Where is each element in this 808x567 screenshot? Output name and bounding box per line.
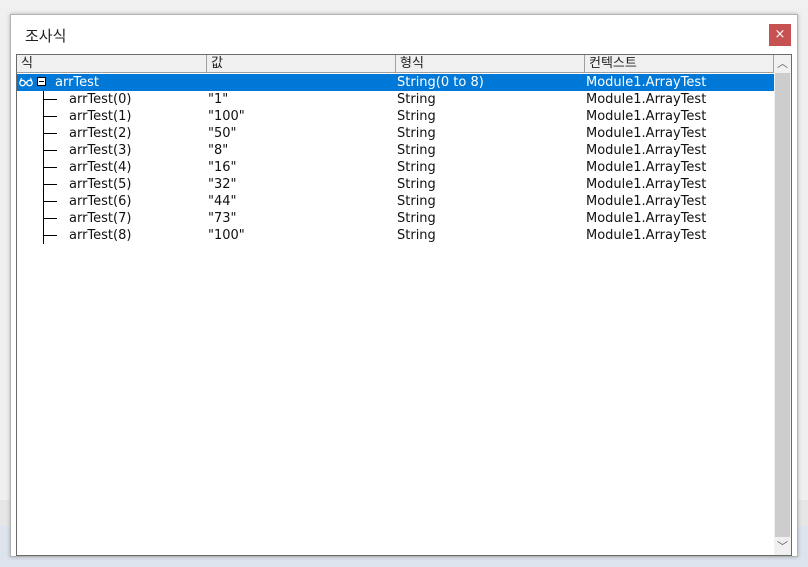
table-row[interactable]: arrTest(3) "8" String Module1.ArrayTest: [17, 142, 774, 159]
column-header-expression[interactable]: 식: [17, 55, 207, 72]
type-cell: String: [397, 109, 436, 124]
tree-branch: [43, 167, 57, 168]
column-header-context[interactable]: 컨텍스트: [585, 55, 774, 72]
context-cell: Module1.ArrayTest: [586, 160, 707, 175]
context-cell: Module1.ArrayTest: [586, 92, 707, 107]
table-row[interactable]: arrTest(7) "73" String Module1.ArrayTest: [17, 210, 774, 227]
tree-branch: [43, 116, 57, 117]
value-cell: "73": [208, 211, 237, 226]
value-cell: "16": [208, 160, 237, 175]
expression-cell: arrTest: [55, 75, 100, 90]
value-cell: "32": [208, 177, 237, 192]
vertical-scrollbar[interactable]: ︿ ﹀: [774, 55, 791, 555]
scroll-thumb[interactable]: [775, 73, 790, 537]
value-cell: "100": [208, 228, 245, 243]
tree-branch: [43, 99, 57, 100]
tree-branch: [43, 201, 57, 202]
context-cell: Module1.ArrayTest: [586, 177, 707, 192]
table-row-parent[interactable]: arrTest String(0 to 8) Module1.ArrayTest: [17, 74, 774, 91]
table-row[interactable]: arrTest(4) "16" String Module1.ArrayTest: [17, 159, 774, 176]
expression-cell: arrTest(6): [69, 194, 132, 209]
context-cell: Module1.ArrayTest: [586, 228, 707, 243]
expression-cell: arrTest(4): [69, 160, 132, 175]
expression-cell: arrTest(0): [69, 92, 132, 107]
tree-branch: [43, 150, 57, 151]
watch-list: 식 값 형식 컨텍스트 arrTest String(0 to 8) Modul…: [16, 54, 792, 556]
table-row[interactable]: arrTest(1) "100" String Module1.ArrayTes…: [17, 108, 774, 125]
value-cell: "100": [208, 109, 245, 124]
context-cell: Module1.ArrayTest: [586, 126, 707, 141]
tree-branch: [43, 184, 57, 185]
type-cell: String: [397, 228, 436, 243]
collapse-icon[interactable]: [37, 77, 46, 86]
context-cell: Module1.ArrayTest: [586, 143, 707, 158]
expression-cell: arrTest(8): [69, 228, 132, 243]
type-cell: String(0 to 8): [397, 75, 484, 90]
column-header: 식 값 형식 컨텍스트: [17, 55, 774, 73]
expression-cell: arrTest(3): [69, 143, 132, 158]
context-cell: Module1.ArrayTest: [586, 211, 707, 226]
window-title: 조사식: [25, 27, 67, 45]
context-cell: Module1.ArrayTest: [586, 109, 707, 124]
context-cell: Module1.ArrayTest: [586, 75, 707, 90]
table-row[interactable]: arrTest(5) "32" String Module1.ArrayTest: [17, 176, 774, 193]
type-cell: String: [397, 143, 436, 158]
expression-cell: arrTest(7): [69, 211, 132, 226]
type-cell: String: [397, 177, 436, 192]
scroll-up-button[interactable]: ︿: [774, 55, 791, 72]
type-cell: String: [397, 211, 436, 226]
expression-cell: arrTest(2): [69, 126, 132, 141]
title-bar[interactable]: 조사식 ×: [11, 15, 797, 55]
close-button[interactable]: ×: [769, 24, 791, 46]
value-cell: "44": [208, 194, 237, 209]
value-cell: "1": [208, 92, 229, 107]
value-cell: "8": [208, 143, 229, 158]
watch-window: 조사식 × 식 값 형식 컨텍스트 arrTest String(0 to 8)…: [10, 14, 798, 557]
expression-cell: arrTest(5): [69, 177, 132, 192]
scroll-down-button[interactable]: ﹀: [774, 538, 791, 555]
type-cell: String: [397, 194, 436, 209]
context-cell: Module1.ArrayTest: [586, 194, 707, 209]
column-header-value[interactable]: 값: [207, 55, 396, 72]
type-cell: String: [397, 126, 436, 141]
glasses-icon: [19, 77, 33, 87]
tree-branch: [43, 235, 57, 236]
table-row[interactable]: arrTest(2) "50" String Module1.ArrayTest: [17, 125, 774, 142]
type-cell: String: [397, 160, 436, 175]
table-row[interactable]: arrTest(0) "1" String Module1.ArrayTest: [17, 91, 774, 108]
table-row[interactable]: arrTest(6) "44" String Module1.ArrayTest: [17, 193, 774, 210]
type-cell: String: [397, 92, 436, 107]
column-header-type[interactable]: 형식: [396, 55, 585, 72]
value-cell: "50": [208, 126, 237, 141]
expression-cell: arrTest(1): [69, 109, 132, 124]
rows: arrTest String(0 to 8) Module1.ArrayTest…: [17, 74, 774, 244]
tree-branch: [43, 218, 57, 219]
table-row[interactable]: arrTest(8) "100" String Module1.ArrayTes…: [17, 227, 774, 244]
tree-branch: [43, 133, 57, 134]
